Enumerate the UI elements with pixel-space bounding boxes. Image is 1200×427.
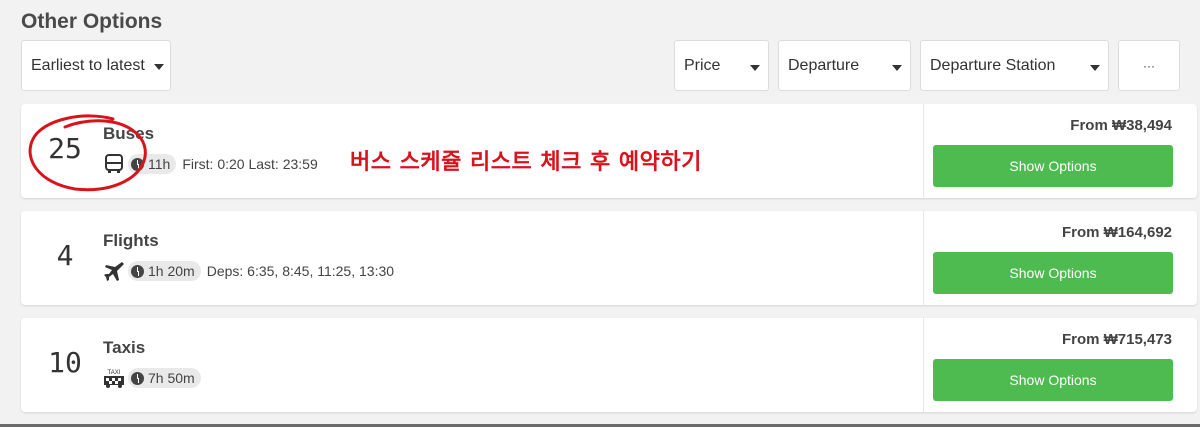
card-divider (923, 318, 924, 412)
page-title: Other Options (21, 10, 163, 33)
show-options-button[interactable]: Show Options (933, 252, 1173, 294)
price-filter[interactable]: Price (674, 40, 769, 91)
show-options-button[interactable]: Show Options (933, 145, 1173, 187)
option-count: 10 (48, 346, 82, 379)
clock-icon (131, 371, 144, 385)
option-card-flights[interactable]: 4 Flights 1h 20m Deps: 6:35, 8:45, 11:25… (21, 211, 1197, 305)
option-count: 4 (56, 239, 74, 272)
duration-text: 11h (148, 156, 171, 172)
option-meta: 1h 20m Deps: 6:35, 8:45, 11:25, 13:30 (103, 260, 394, 282)
option-price: From ₩164,692 (1061, 224, 1172, 241)
option-details: First: 0:20 Last: 23:59 (182, 156, 318, 172)
price-filter-label: Price (684, 56, 721, 74)
departure-station-filter[interactable]: Departure Station (920, 40, 1109, 91)
annotation-text: 버스 스케쥴 리스트 체크 후 예약하기 (350, 150, 702, 175)
option-name: Taxis (103, 338, 146, 357)
taxi-icon-label: TAXI (108, 370, 121, 376)
caret-down-icon (892, 65, 902, 71)
card-divider (923, 211, 924, 305)
airplane-icon (103, 260, 125, 282)
departure-filter-label: Departure (788, 56, 860, 74)
highlight-circle-annotation (28, 114, 147, 192)
caret-down-icon (1090, 65, 1100, 71)
show-options-button[interactable]: Show Options (933, 359, 1173, 401)
duration-text: 7h 50m (148, 370, 195, 386)
more-icon: ··· (1143, 58, 1155, 73)
duration-badge: 7h 50m (128, 368, 201, 388)
duration-text: 1h 20m (148, 263, 195, 279)
sort-select-label: Earliest to latest (31, 56, 145, 74)
option-details: Deps: 6:35, 8:45, 11:25, 13:30 (206, 263, 395, 279)
departure-station-filter-label: Departure Station (930, 56, 1056, 74)
departure-filter[interactable]: Departure (778, 40, 911, 91)
duration-badge: 1h 20m (128, 261, 201, 281)
option-meta: TAXI 7h 50m (103, 367, 207, 389)
sort-select[interactable]: Earliest to latest (21, 40, 171, 91)
option-name: Flights (103, 231, 159, 250)
caret-down-icon (750, 65, 760, 71)
option-price: From ₩38,494 (1070, 117, 1172, 134)
taxi-icon: TAXI (103, 367, 125, 389)
option-price: From ₩715,473 (1061, 331, 1172, 348)
more-filters-button[interactable]: ··· (1118, 40, 1180, 91)
caret-down-icon (154, 64, 164, 70)
clock-icon (131, 264, 144, 278)
option-card-taxis[interactable]: 10 Taxis TAXI 7h 50m From ₩715,473 Show … (21, 318, 1197, 412)
card-divider (923, 104, 924, 198)
